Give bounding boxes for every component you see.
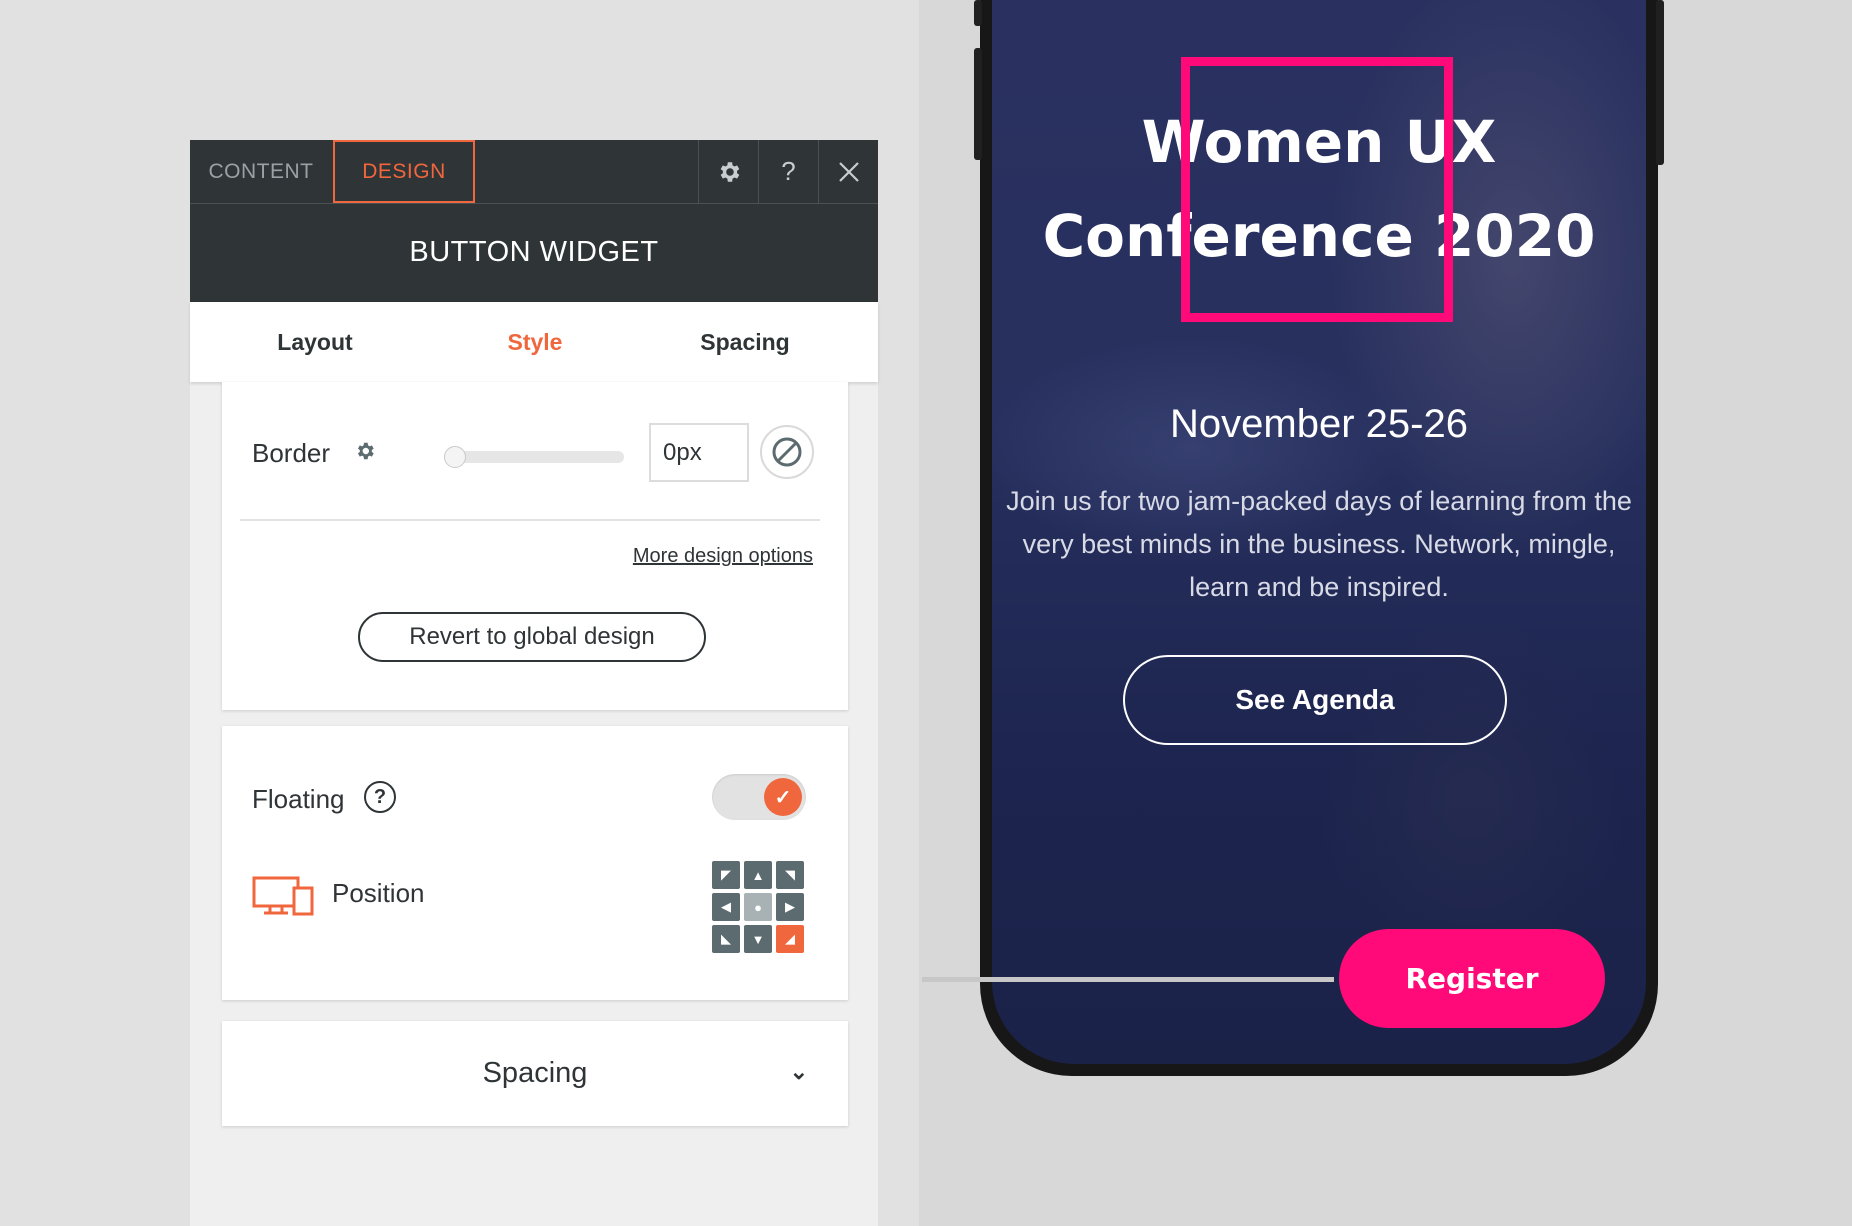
gear-icon xyxy=(720,161,739,182)
revert-global-design-button[interactable]: Revert to global design xyxy=(358,612,706,662)
subtab-spacing[interactable]: Spacing xyxy=(675,302,815,382)
border-width-input[interactable] xyxy=(649,423,749,482)
close-icon xyxy=(838,161,859,182)
floating-toggle[interactable]: ✓ xyxy=(712,774,806,820)
tab-design[interactable]: DESIGN xyxy=(333,140,475,203)
position-top-right[interactable]: ◥ xyxy=(776,861,804,889)
phone-side-button xyxy=(974,48,982,160)
position-top-center[interactable]: ▲ xyxy=(744,861,772,889)
tab-content[interactable]: CONTENT xyxy=(190,140,332,203)
position-label: Position xyxy=(332,878,425,908)
spacing-section-label: Spacing xyxy=(482,1057,588,1089)
position-bottom-left[interactable]: ◣ xyxy=(712,925,740,953)
position-middle-right[interactable]: ▶ xyxy=(776,893,804,921)
phone-side-button xyxy=(1656,0,1664,165)
event-date: November 25-26 xyxy=(1170,402,1468,446)
phone-side-button xyxy=(974,0,982,26)
see-agenda-button[interactable]: See Agenda xyxy=(1123,655,1507,745)
panel-tabbar: CONTENT DESIGN ? xyxy=(190,140,878,203)
phone-screen: Women UX Conference 2020 November 25-26 … xyxy=(992,0,1646,1064)
subtab-style[interactable]: Style xyxy=(470,302,600,382)
selection-frame xyxy=(1181,57,1453,322)
position-bottom-right[interactable]: ◢ xyxy=(776,925,804,953)
subtab-layout[interactable]: Layout xyxy=(250,302,380,382)
design-panel: CONTENT DESIGN ? BUTTON WIDGET Layout St… xyxy=(190,140,878,1226)
more-design-options-link[interactable]: More design options xyxy=(633,545,813,568)
event-description: Join us for two jam-packed days of learn… xyxy=(1006,486,1632,602)
position-center[interactable]: ● xyxy=(744,893,772,921)
settings-button[interactable] xyxy=(698,140,758,203)
border-settings-icon[interactable] xyxy=(354,440,376,467)
border-slider-handle[interactable] xyxy=(444,446,466,468)
chevron-down-icon: ⌄ xyxy=(789,1059,808,1084)
spacing-section[interactable]: Spacing ⌄ xyxy=(222,1021,848,1126)
border-label: Border xyxy=(252,438,331,468)
checkmark-icon: ✓ xyxy=(764,778,802,816)
gear-icon xyxy=(357,442,374,460)
help-button[interactable]: ? xyxy=(758,140,818,203)
prohibited-icon xyxy=(772,437,802,467)
subtab-bar: Layout Style Spacing xyxy=(190,302,878,382)
divider xyxy=(240,519,820,521)
connector-line xyxy=(922,977,1334,982)
register-button[interactable]: Register xyxy=(1339,929,1605,1028)
floating-label: Floating xyxy=(252,784,345,814)
position-grid: ◤ ▲ ◥ ◀ ● ▶ ◣ ▼ ◢ xyxy=(712,861,804,953)
devices-icon xyxy=(252,876,314,921)
position-bottom-center[interactable]: ▼ xyxy=(744,925,772,953)
no-border-button[interactable] xyxy=(760,425,814,479)
floating-card: Floating ? ✓ Position ◤ ▲ ◥ ◀ ● ▶ ◣ ▼ ◢ xyxy=(222,726,848,1000)
floating-help-icon[interactable]: ? xyxy=(364,781,396,813)
widget-title: BUTTON WIDGET xyxy=(190,203,878,302)
position-top-left[interactable]: ◤ xyxy=(712,861,740,889)
close-button[interactable] xyxy=(818,140,878,203)
border-card: Border More design options Revert to glo… xyxy=(222,382,848,710)
position-middle-left[interactable]: ◀ xyxy=(712,893,740,921)
border-slider-track[interactable] xyxy=(446,451,624,463)
